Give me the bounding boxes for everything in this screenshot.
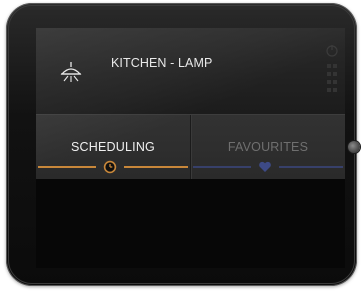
tab-scheduling-label: SCHEDULING [71, 140, 155, 154]
tab-scheduling-indicator-right [124, 166, 188, 168]
tablet-device: KITCHEN - LAMP SCHEDULING FAVOURITES [6, 3, 360, 286]
clock-icon [103, 160, 117, 174]
grid-icon[interactable] [327, 64, 337, 92]
tablet-photo: KITCHEN - LAMP SCHEDULING FAVOURITES [0, 0, 363, 291]
device-header: KITCHEN - LAMP [36, 28, 345, 114]
device-title: KITCHEN - LAMP [111, 56, 213, 70]
home-button[interactable] [348, 141, 360, 153]
tab-scheduling[interactable]: SCHEDULING [36, 115, 190, 179]
tab-favourites-indicator-left [193, 166, 251, 168]
side-icons [326, 45, 338, 92]
power-icon[interactable] [326, 45, 338, 57]
ceiling-lamp-icon [60, 62, 82, 82]
tab-content-area [36, 179, 345, 268]
heart-icon [259, 161, 271, 172]
tab-scheduling-indicator-left [38, 166, 96, 168]
tab-bar: SCHEDULING FAVOURITES [36, 114, 345, 180]
tab-favourites-label: FAVOURITES [227, 140, 309, 154]
tab-favourites[interactable]: FAVOURITES [191, 115, 345, 179]
tab-favourites-indicator-right [279, 166, 343, 168]
app-screen: KITCHEN - LAMP SCHEDULING FAVOURITES [36, 28, 345, 268]
